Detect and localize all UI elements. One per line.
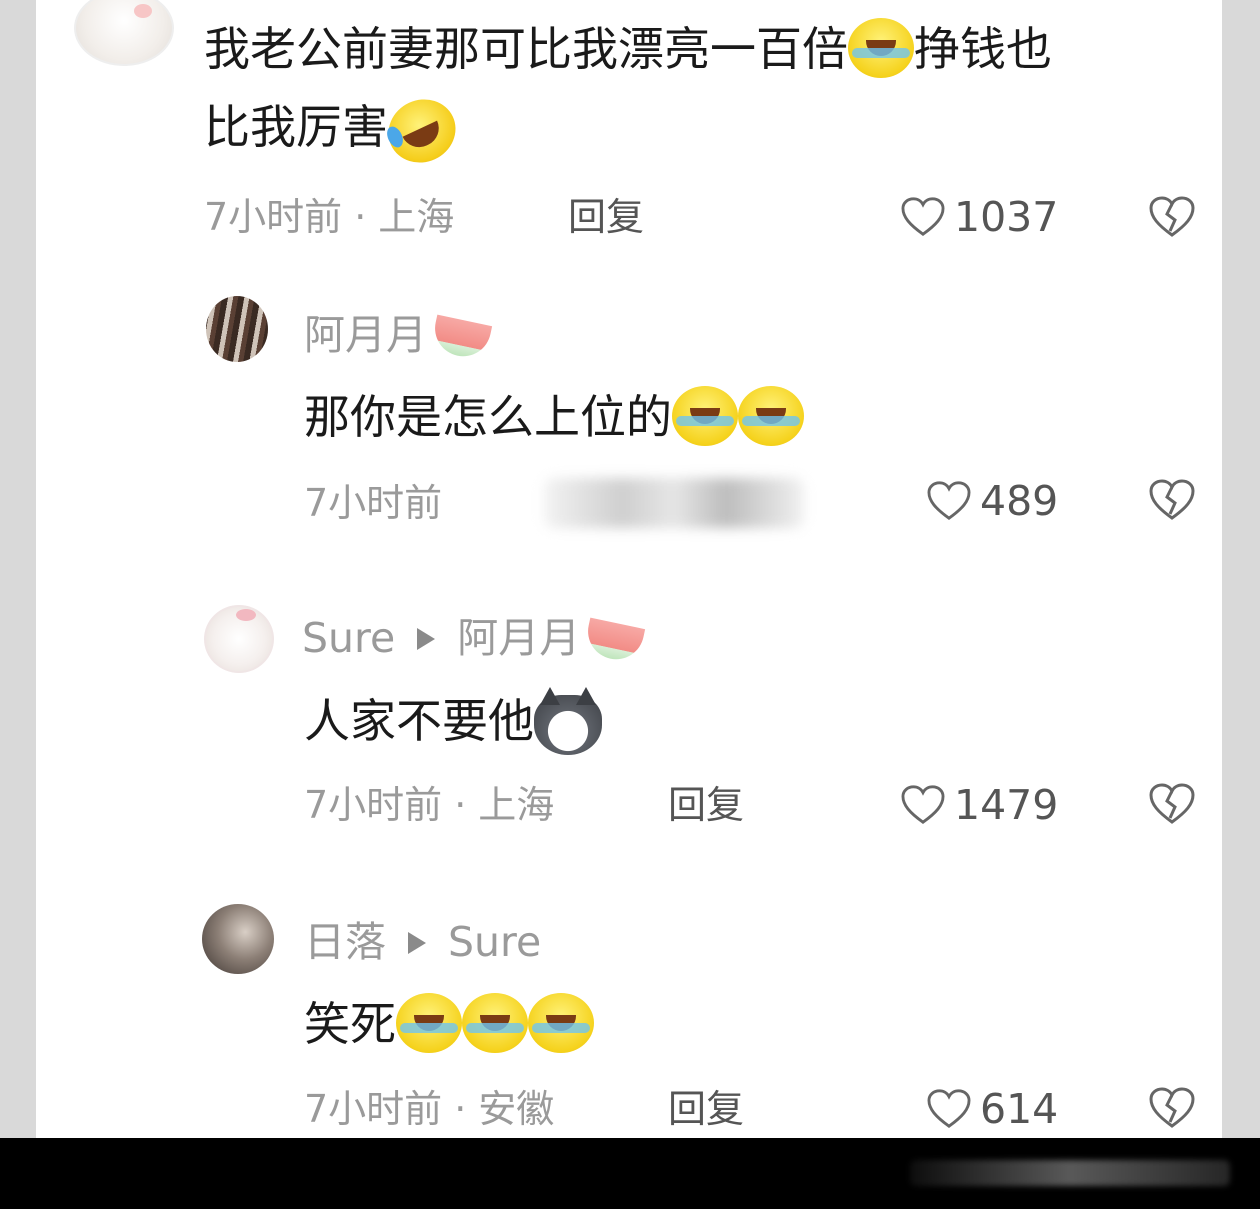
heart-outline-icon [927,481,971,520]
like-button[interactable]: 1037 [900,196,1058,238]
play-triangle-icon [417,628,436,650]
reply-to-name[interactable]: 阿月月 [457,614,580,662]
comment-meta: 7小时前 · 上海 [304,783,555,827]
comment-list: 我老公前妻那可比我漂亮一百倍 挣钱也 比我厉害 7小时前 · 上海 回复 1037 阿… [36,0,1222,1138]
tears-of-joy-emoji [672,385,738,446]
heart-outline-icon [927,1089,971,1128]
tears-of-joy-emoji [396,992,462,1053]
author-name[interactable]: Sure [302,614,395,662]
reply-to-name[interactable]: Sure [448,918,541,966]
tears-of-joy-emoji [462,992,528,1053]
tears-of-joy-emoji [528,992,594,1053]
play-triangle-icon [408,932,426,954]
avatar[interactable] [206,296,268,362]
comment-author[interactable]: 阿月月 [304,315,493,362]
avatar[interactable] [74,0,174,66]
reply-button[interactable]: 回复 [668,786,744,824]
reply-button[interactable]: 回复 [568,198,644,236]
watermelon-emoji [429,314,493,362]
tears-of-joy-emoji [848,17,914,78]
comment-meta: 7小时前 [304,481,443,525]
like-button[interactable]: 1479 [900,784,1058,826]
like-count: 1479 [954,780,1059,829]
heart-outline-icon [901,197,945,236]
comment-text: 笑死 [304,985,594,1063]
like-button[interactable]: 489 [926,480,1058,522]
tears-of-joy-emoji [738,385,804,446]
broken-heart-icon[interactable] [1148,1086,1196,1130]
comment-text: 人家不要他 [304,682,602,760]
broken-heart-icon[interactable] [1148,782,1196,826]
like-count: 614 [980,1084,1059,1133]
comment-meta: 7小时前 · 安徽 [304,1087,555,1131]
comment-author: Sure 阿月月 [302,618,646,665]
bottom-bar [0,1138,1260,1209]
author-name[interactable]: 日落 [304,918,386,966]
comment-text: 那你是怎么上位的 [304,378,804,456]
comment-meta: 7小时前 · 上海 [204,195,455,239]
watermelon-emoji [583,617,646,665]
like-button[interactable]: 614 [926,1088,1058,1130]
reply-button[interactable]: 回复 [668,1090,744,1128]
like-count: 489 [980,476,1059,525]
comment-author: 日落 Sure [304,922,541,963]
comment-text: 我老公前妻那可比我漂亮一百倍 挣钱也 比我厉害 [204,10,1052,174]
broken-heart-icon[interactable] [1148,478,1196,522]
avatar[interactable] [202,904,274,974]
broken-heart-icon[interactable] [1148,195,1196,239]
avatar[interactable] [204,605,274,673]
heart-outline-icon [901,785,945,824]
blurred-region [544,478,804,528]
watermark [910,1160,1230,1186]
like-count: 1037 [954,192,1059,241]
rolling-on-floor-laughing-emoji [378,88,466,174]
husky-dog-emoji [534,686,602,755]
